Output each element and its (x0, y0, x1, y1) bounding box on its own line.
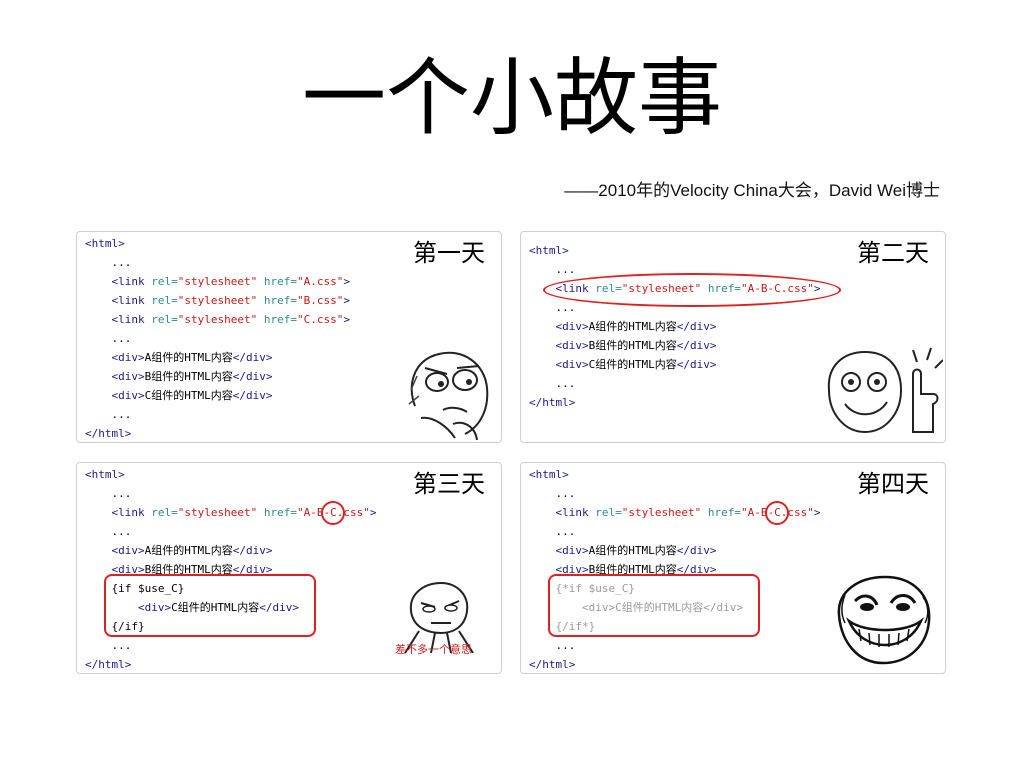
meme-caption: 差不多一个意思 (395, 643, 472, 656)
code-panel-day-4: <html> ... <link rel="stylesheet" href="… (520, 462, 946, 674)
day-label: 第二天 (857, 239, 929, 267)
code-line: <link rel="stylesheet" href="A.css"> (111, 275, 350, 288)
highlight-circle (321, 501, 345, 525)
troll-face-icon (837, 575, 931, 665)
highlight-box (548, 574, 760, 637)
code-panel-day-1: <html> ... <link rel="stylesheet" href="… (76, 231, 502, 443)
code-block: <html> ... <link rel="stylesheet" href="… (85, 465, 376, 674)
day-label: 第四天 (857, 470, 929, 498)
code-line: <div>B组件的HTML内容</div> (555, 339, 717, 352)
code-line: <div>A组件的HTML内容</div> (555, 320, 717, 333)
code-line: <html> (85, 237, 125, 250)
code-line: ... (111, 639, 132, 652)
code-line: <html> (85, 468, 125, 481)
thinking-meme-face-icon (408, 351, 489, 441)
code-block: <html> ... <link rel="stylesheet" href="… (529, 465, 820, 674)
page-subtitle: ——2010年的Velocity China大会，David Wei博士 (564, 181, 940, 200)
code-line: <div>C组件的HTML内容</div> (111, 389, 273, 402)
code-line: </html> (85, 658, 132, 671)
day-label: 第三天 (413, 470, 485, 498)
highlight-circle (765, 501, 789, 525)
code-block: <html> ... <link rel="stylesheet" href="… (529, 241, 820, 412)
day-label: 第一天 (413, 239, 485, 267)
code-line: ... (555, 639, 576, 652)
code-line: </html> (529, 396, 576, 409)
code-line: <div>A组件的HTML内容</div> (111, 544, 273, 557)
code-line: </html> (85, 427, 132, 440)
code-line: ... (111, 256, 132, 269)
code-line: <div>A组件的HTML内容</div> (111, 351, 273, 364)
code-panel-day-3: <html> ... <link rel="stylesheet" href="… (76, 462, 502, 674)
code-panel-day-2: <html> ... <link rel="stylesheet" href="… (520, 231, 946, 443)
page-title: 一个小故事 (301, 49, 722, 147)
code-line: </html> (529, 658, 576, 671)
code-line: <html> (529, 244, 569, 257)
code-line: ... (555, 377, 576, 390)
code-line: <div>C组件的HTML内容</div> (555, 358, 717, 371)
code-line: <html> (529, 468, 569, 481)
code-line: <link rel="stylesheet" href="B.css"> (111, 294, 350, 307)
code-line: <div>B组件的HTML内容</div> (111, 370, 273, 383)
code-block: <html> ... <link rel="stylesheet" href="… (85, 234, 350, 443)
code-line: ... (111, 408, 132, 421)
highlight-oval (543, 273, 841, 307)
code-line: <div>A组件的HTML内容</div> (555, 544, 717, 557)
code-line: ... (111, 332, 132, 345)
code-line: <link rel="stylesheet" href="C.css"> (111, 313, 350, 326)
highlight-box (104, 574, 316, 637)
thumbs-up-meme-face-icon (827, 347, 943, 434)
